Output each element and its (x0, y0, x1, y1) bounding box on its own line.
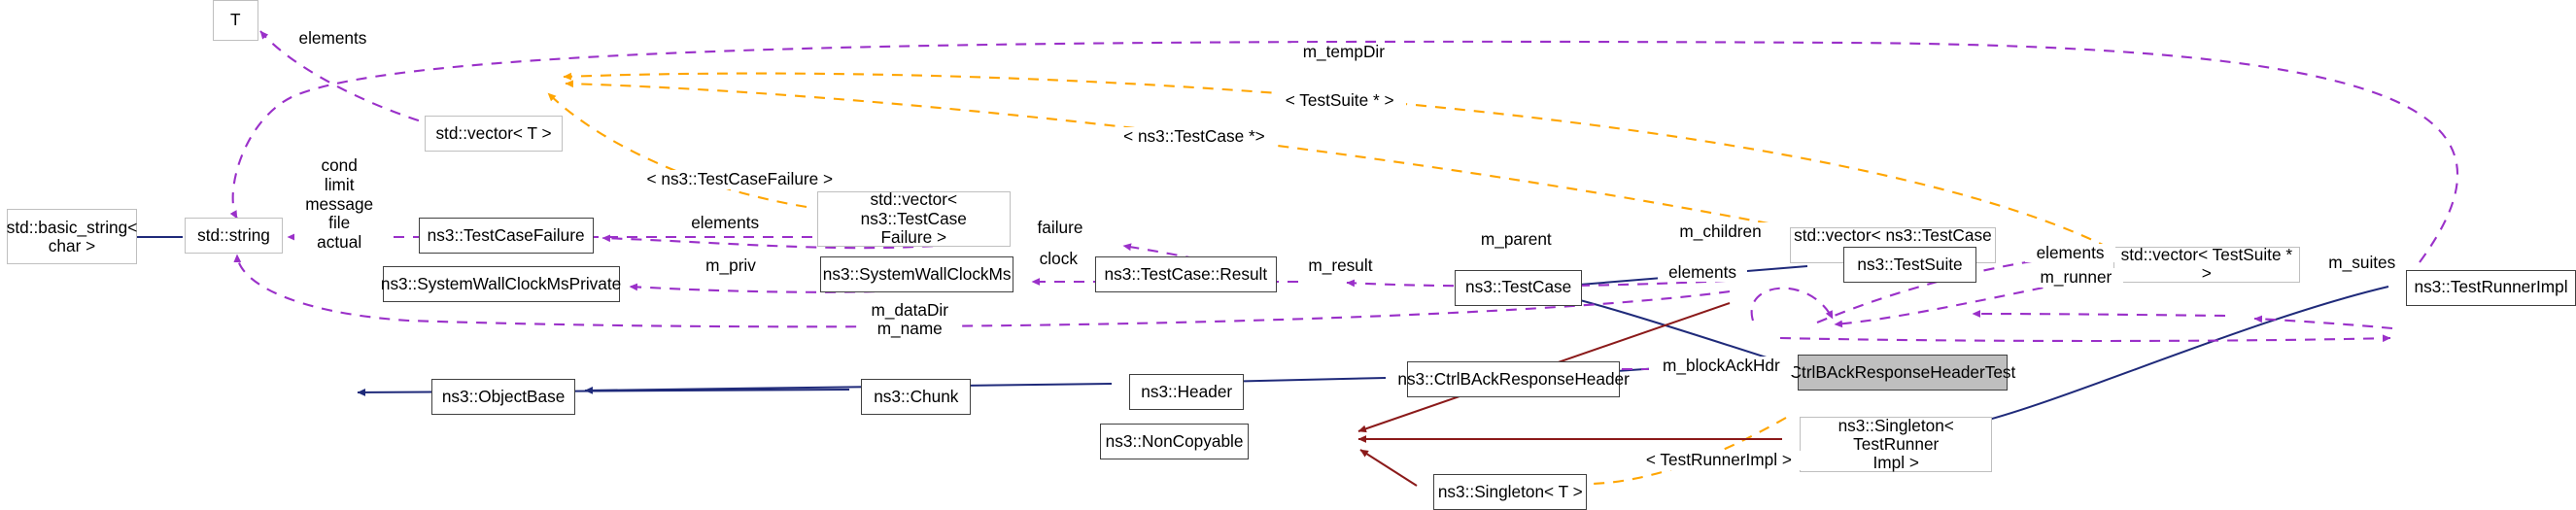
node-ns3-testrunnerimpl[interactable]: ns3::TestRunnerImpl (2406, 269, 2576, 306)
node-std-vector-testsuite-ptr[interactable]: std::vector< TestSuite * > (2112, 246, 2300, 283)
edge-label-elements-testsuite: elements (2025, 243, 2115, 263)
edge-label-m-result: m_result (1295, 255, 1386, 276)
edge-vectortsptr-elements (1972, 310, 2226, 318)
edge-testsuite-mrunner (1779, 334, 2391, 343)
node-ctrlbackresponseheadertest[interactable]: CtrlBAckResponseHeaderTest (1790, 355, 2015, 391)
edge-label-testcasefailure-tmpl: < ns3::TestCaseFailure > (634, 169, 845, 189)
edge-testrunnerimpl-to-singleton (1964, 286, 2389, 428)
node-ns3-objectbase[interactable]: ns3::ObjectBase (431, 379, 576, 416)
node-ns3-noncopyable[interactable]: ns3::NonCopyable (1100, 423, 1250, 459)
node-ns3-systemwallclockms[interactable]: ns3::SystemWallClockMs (820, 256, 1013, 293)
node-ns3-header[interactable]: ns3::Header (1129, 374, 1245, 411)
usage-edges (229, 30, 2459, 373)
edge-testcase-mparent-loop (1750, 287, 1834, 322)
edge-label-testcase-ptr-tmpl: < ns3::TestCase *> (1111, 127, 1278, 147)
edge-label-m-runner: m_runner (2028, 267, 2124, 288)
node-ns3-chunk[interactable]: ns3::Chunk (861, 379, 972, 416)
edge-trimpl-msuites (2253, 315, 2393, 330)
edge-label-m-suites: m_suites (2318, 253, 2407, 273)
node-std-vector-testcasefailure[interactable]: std::vector< ns3::TestCase Failure > (817, 190, 1011, 247)
collaboration-diagram: T std::vector< T > std::basic_string< ch… (0, 0, 2576, 510)
node-ns3-testcasefailure[interactable]: ns3::TestCaseFailure (418, 217, 594, 254)
node-std-vector-t[interactable]: std::vector< T > (425, 116, 563, 153)
node-std-basic-string[interactable]: std::basic_string< char > (7, 209, 137, 265)
edge-singletont-to-noncopyable (1359, 449, 1418, 487)
node-ns3-testcase[interactable]: ns3::TestCase (1455, 269, 1583, 306)
node-ns3-testsuite[interactable]: ns3::TestSuite (1843, 246, 1976, 283)
node-t[interactable]: T (212, 0, 258, 42)
edge-label-elements-testcasefailure: elements (679, 214, 771, 233)
edge-label-m-priv: m_priv (696, 255, 766, 276)
edge-label-m-parent: m_parent (1467, 230, 1565, 250)
edge-label-m-children: m_children (1666, 221, 1776, 242)
node-ns3-ctrlbackresponseheader[interactable]: ns3::CtrlBAckResponseHeader (1397, 360, 1630, 397)
edge-label-cond-limit-message-file-actual: cond limit message file actual (293, 156, 385, 253)
node-ns3-singleton-t[interactable]: ns3::Singleton< T > (1433, 473, 1588, 510)
edge-label-m-tempdir: m_tempDir (1290, 42, 1396, 62)
node-ns3-singleton-testrunnerimpl[interactable]: ns3::Singleton< TestRunner Impl > (1799, 416, 1993, 473)
edge-label-elements-testcase: elements (1657, 262, 1748, 283)
edge-vector-tcptr-to-vector-t (565, 80, 1769, 225)
node-ns3-testcase-result[interactable]: ns3::TestCase::Result (1095, 256, 1277, 293)
edge-vector-tcf-to-vector-t (547, 92, 807, 209)
node-std-string[interactable]: std::string (185, 217, 283, 254)
edge-label-failure: failure (1026, 219, 1094, 239)
node-ns3-systemwallclockmsprivate[interactable]: ns3::SystemWallClockMsPrivate (381, 266, 621, 303)
edge-label-testrunnerimpl-tmpl: < TestRunnerImpl > (1632, 451, 1805, 470)
edge-label-m-datadir-m-name: m_dataDir m_name (859, 300, 960, 339)
edge-label-m-blockackhdr: m_blockAckHdr (1649, 356, 1794, 376)
edge-label-testsuite-ptr-tmpl: < TestSuite * > (1273, 91, 1406, 111)
edge-label-elements-t: elements (288, 29, 378, 49)
edge-label-clock: clock (1029, 250, 1087, 269)
